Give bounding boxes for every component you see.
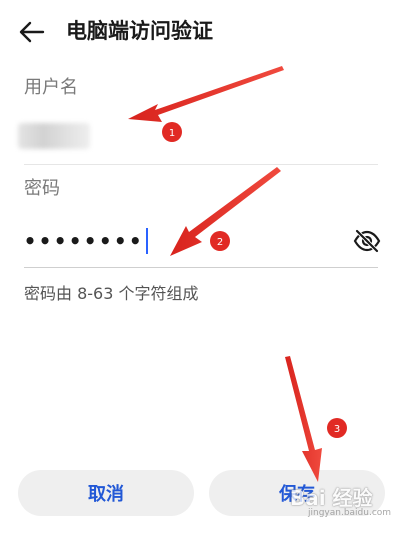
cancel-button[interactable]: 取消 <box>18 470 194 516</box>
annotation-arrow-1: 1 <box>128 66 284 142</box>
eye-off-icon <box>353 229 381 253</box>
password-hint: 密码由 8-63 个字符组成 <box>24 284 199 303</box>
watermark: Bai 经验 jingyan.baidu.com <box>290 478 416 530</box>
marker-3-label: 3 <box>334 424 340 435</box>
password-visibility-toggle[interactable] <box>352 228 382 254</box>
password-masked-value: •••••••• <box>24 229 145 253</box>
text-cursor <box>146 228 149 254</box>
watermark-brand: Bai 经验 <box>290 486 373 510</box>
marker-1-label: 1 <box>169 128 175 139</box>
marker-3-icon <box>327 418 347 438</box>
arrow-left-icon <box>19 21 45 43</box>
annotation-arrow-3: 3 <box>285 356 347 482</box>
watermark-sub: jingyan.baidu.com <box>308 508 392 518</box>
username-label: 用户名 <box>24 77 78 98</box>
password-label: 密码 <box>24 178 60 199</box>
username-value-blurred[interactable] <box>18 123 90 149</box>
page-title: 电脑端访问验证 <box>66 19 213 43</box>
marker-1-icon <box>162 122 182 142</box>
password-input[interactable]: •••••••• <box>24 223 344 259</box>
username-underline <box>24 164 378 165</box>
back-button[interactable] <box>14 14 50 50</box>
password-underline <box>24 267 378 268</box>
